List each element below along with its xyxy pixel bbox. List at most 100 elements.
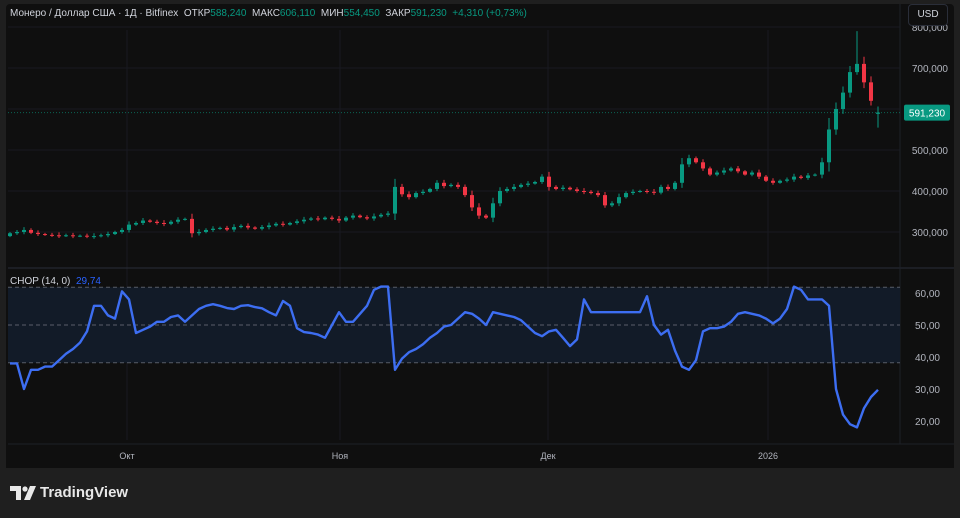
candle-body (267, 225, 271, 228)
candle (666, 184, 670, 191)
candle-body (302, 219, 306, 222)
candle (274, 222, 278, 227)
candle-body (729, 168, 733, 171)
candle-body (253, 227, 257, 229)
candle (694, 156, 698, 164)
candle-body (386, 213, 390, 215)
candle-body (568, 187, 572, 190)
candle (540, 174, 544, 184)
candle (715, 170, 719, 177)
candle-body (862, 63, 866, 83)
candle-body (197, 232, 201, 234)
candle (722, 167, 726, 175)
candle (519, 183, 523, 189)
candle-body (708, 168, 712, 175)
candle (778, 179, 782, 184)
candle (820, 157, 824, 179)
time-tick-label: Ноя (332, 451, 349, 461)
candle-body (127, 224, 131, 230)
candle (463, 184, 467, 198)
candle-body (694, 158, 698, 163)
candle-body (351, 215, 355, 218)
candle (99, 233, 103, 238)
candle (813, 173, 817, 177)
candle (22, 227, 26, 235)
candle-body (183, 218, 187, 220)
close-value: 591,230 (410, 8, 447, 19)
footer (0, 468, 960, 518)
candle (365, 215, 369, 221)
candle-body (239, 225, 243, 228)
candle (484, 213, 488, 219)
candle-body (8, 233, 12, 237)
candle-body (211, 228, 215, 230)
candle-body (274, 223, 278, 226)
candle-body (673, 182, 677, 189)
candle (281, 221, 285, 227)
candle (120, 227, 124, 234)
candle-body (680, 164, 684, 183)
change-value: +4,310 (+0,73%) (452, 8, 527, 19)
candle (603, 192, 607, 208)
candle-body (232, 227, 236, 230)
candle-body (22, 229, 26, 232)
candle-body (99, 235, 103, 237)
candle (92, 233, 96, 239)
candle-body (603, 195, 607, 206)
candle-body (176, 219, 180, 222)
candle (113, 230, 117, 236)
candle-body (757, 172, 761, 177)
candle (358, 214, 362, 219)
candle-body (519, 184, 523, 187)
candle-body (512, 186, 516, 189)
symbol-title[interactable]: Монеро / Доллар США · 1Д · Bitfinex (10, 8, 178, 19)
candle (582, 188, 586, 195)
candle-body (533, 181, 537, 184)
chop-legend[interactable]: CHOP (14, 0) 29,74 (10, 276, 101, 287)
candle (470, 190, 474, 212)
candle-body (246, 225, 250, 228)
symbol-legend: Монеро / Доллар США · 1Д · Bitfinex ОТКР… (10, 8, 527, 19)
candle-body (659, 186, 663, 193)
candle (190, 213, 194, 238)
candle-body (281, 223, 285, 225)
candle (218, 226, 222, 230)
chart-canvas[interactable]: 300,000400,000500,000600,000700,000800,0… (0, 0, 960, 518)
candle-body (442, 182, 446, 187)
candle (330, 215, 334, 221)
candle-body (743, 171, 747, 175)
high-label: МАКС (251, 8, 280, 19)
currency-button[interactable]: USD (908, 4, 948, 26)
open-value: 588,240 (210, 8, 247, 19)
candle (617, 193, 621, 207)
candle (834, 102, 838, 135)
candle-body (225, 227, 229, 230)
candle-body (547, 176, 551, 187)
candle (393, 178, 397, 220)
candle (631, 189, 635, 196)
candle (316, 216, 320, 222)
candle-body (106, 234, 110, 236)
candle-body (393, 186, 397, 214)
candle-body (701, 162, 705, 169)
candle (638, 189, 642, 193)
candle (596, 190, 600, 198)
candle (169, 220, 173, 226)
candle (561, 185, 565, 191)
candle (757, 169, 761, 179)
candle (743, 170, 747, 176)
tradingview-logo[interactable]: TradingView (10, 484, 128, 501)
candle-body (113, 232, 117, 235)
candle-body (722, 170, 726, 173)
candle-body (820, 162, 824, 175)
candle (764, 175, 768, 183)
candle (442, 179, 446, 189)
candle (407, 191, 411, 200)
candle (253, 226, 257, 230)
candle (659, 184, 663, 195)
open-label: ОТКР (183, 8, 211, 19)
candle-body (148, 220, 152, 222)
chop-tick-label: 50,00 (915, 321, 940, 332)
candle-body (414, 193, 418, 198)
candle (323, 216, 327, 221)
